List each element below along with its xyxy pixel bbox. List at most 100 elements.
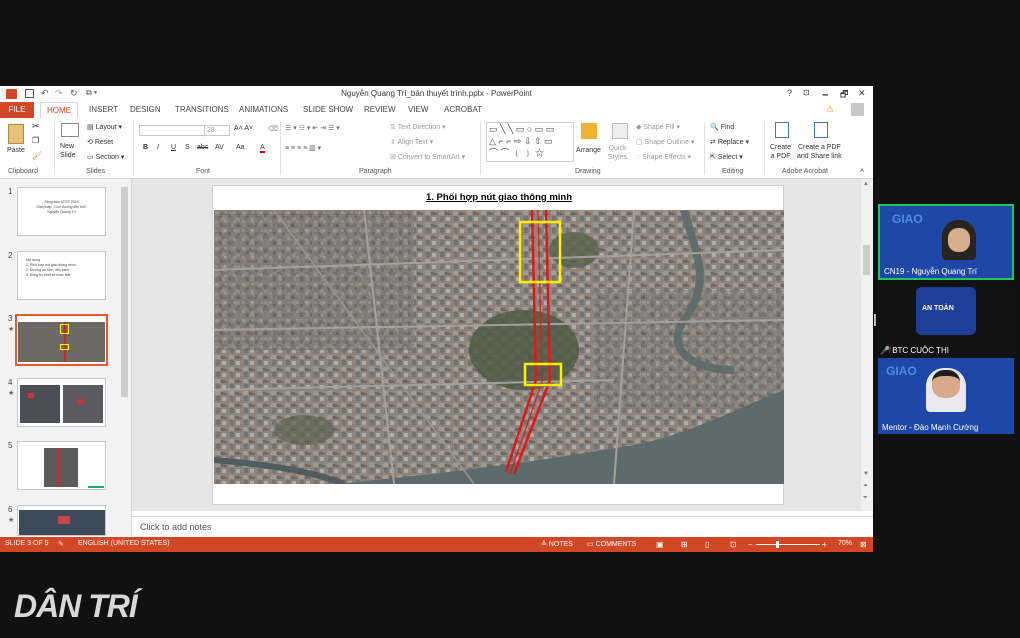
next-slide-icon[interactable]: ⏷ bbox=[863, 495, 868, 502]
paste-button[interactable]: Paste bbox=[7, 147, 25, 154]
tab-slide-show[interactable]: SLIDE SHOW bbox=[303, 105, 353, 114]
create-pdf-button[interactable]: Create a PDF bbox=[770, 143, 791, 161]
format-painter-icon[interactable]: 🖌 bbox=[32, 151, 42, 160]
italic-button[interactable]: I bbox=[157, 144, 159, 151]
tab-review[interactable]: REVIEW bbox=[364, 105, 396, 114]
zoom-level[interactable]: 70% bbox=[838, 540, 852, 547]
slideshow-view-icon[interactable]: ⊡ bbox=[730, 540, 737, 549]
paste-icon[interactable] bbox=[8, 124, 24, 144]
language-indicator[interactable]: ENGLISH (UNITED STATES) bbox=[78, 540, 170, 547]
copy-icon[interactable]: ❐ bbox=[32, 136, 39, 145]
tab-file[interactable]: FILE bbox=[0, 102, 34, 118]
notes-placeholder[interactable]: Click to add notes bbox=[140, 522, 212, 532]
spellcheck-icon[interactable]: ✎ bbox=[58, 540, 64, 548]
ribbon-tabs: FILE HOME INSERT DESIGN TRANSITIONS ANIM… bbox=[0, 102, 873, 119]
font-color-button[interactable]: A bbox=[260, 144, 265, 153]
slide-thumbnail-2[interactable]: Nội dung 1. Phối hợp nút giao thông minh… bbox=[17, 251, 106, 300]
fit-slide-icon[interactable]: ⊠ bbox=[860, 540, 867, 549]
current-slide[interactable]: 1. Phối hợp nút giao thông minh bbox=[212, 185, 784, 505]
align-icons[interactable]: ≡ ≡ ≡ ≡ ▥ ▾ bbox=[285, 144, 321, 152]
shape-fill-button[interactable]: ◆ Shape Fill ▾ bbox=[636, 123, 680, 131]
tab-view[interactable]: VIEW bbox=[408, 105, 428, 114]
quick-styles-button[interactable]: Quick Styles bbox=[608, 144, 627, 162]
font-size-field[interactable]: 28 bbox=[204, 125, 230, 136]
animation-star-icon: ★ bbox=[8, 326, 15, 333]
warning-icon[interactable]: ⚠ bbox=[826, 104, 834, 115]
text-direction-button[interactable]: ⇅ Text Direction ▾ bbox=[390, 123, 446, 131]
shape-effects-button[interactable]: ◌ Shape Effects ▾ bbox=[636, 153, 691, 161]
slide-thumbnail-6[interactable] bbox=[17, 505, 106, 536]
slide-thumbnail-5[interactable] bbox=[17, 441, 106, 490]
comments-button[interactable]: ▭ COMMENTS bbox=[587, 540, 636, 548]
align-text-button[interactable]: ⇳ Align Text ▾ bbox=[390, 138, 433, 146]
participant-tile-2[interactable]: AN TOÀN 🎤̸ BTC CUỘC THI bbox=[878, 281, 1014, 357]
find-button[interactable]: 🔍 Find bbox=[710, 123, 734, 131]
participant-tile-1[interactable]: GIAO CN19 - Nguyễn Quang Trí bbox=[878, 204, 1014, 280]
panel-resize-handle[interactable] bbox=[874, 314, 876, 326]
minimize-button[interactable]: 🗕 bbox=[822, 87, 828, 103]
convert-smartart-button[interactable]: ⊞ Convert to SmartArt ▾ bbox=[390, 153, 465, 161]
animation-star-icon: ★ bbox=[8, 517, 15, 524]
participant-tile-3[interactable]: GIAO Mentor - Đào Mạnh Cường bbox=[878, 358, 1014, 434]
shape-outline-button[interactable]: ▢ Shape Outline ▾ bbox=[636, 138, 694, 146]
new-slide-button[interactable]: New Slide bbox=[60, 142, 76, 160]
slide-vertical-scrollbar[interactable]: ▲ ▼ ⏶ ⏷ bbox=[861, 179, 873, 511]
zoom-in-icon[interactable]: + bbox=[822, 540, 827, 549]
layout-button[interactable]: ▤ Layout ▾ bbox=[87, 123, 122, 131]
restore-button[interactable]: 🗗 bbox=[840, 87, 848, 103]
slide-number: 3 bbox=[8, 314, 13, 323]
section-button[interactable]: ▭ Section ▾ bbox=[87, 153, 124, 161]
slide-thumbnail-3[interactable] bbox=[15, 314, 108, 366]
satellite-map-image[interactable] bbox=[214, 210, 784, 484]
slide-thumbnail-4[interactable] bbox=[17, 378, 106, 427]
shadow-button[interactable]: S bbox=[185, 144, 190, 151]
slide-sorter-icon[interactable]: ⊞ bbox=[681, 540, 688, 549]
paragraph-label: Paragraph bbox=[359, 168, 392, 175]
grow-font-icon[interactable]: A˄ A˅ bbox=[234, 125, 253, 132]
tab-animations[interactable]: ANIMATIONS bbox=[239, 105, 288, 114]
collapse-ribbon-icon[interactable]: ˄ bbox=[860, 168, 864, 175]
ribbon-display-button[interactable]: ⊡ bbox=[803, 88, 810, 97]
create-pdf-icon[interactable] bbox=[775, 122, 789, 138]
tab-home[interactable]: HOME bbox=[40, 102, 78, 119]
normal-view-icon[interactable]: ▣ bbox=[656, 540, 664, 549]
quick-styles-icon[interactable] bbox=[612, 123, 628, 139]
font-name-field[interactable] bbox=[139, 125, 205, 136]
shapes-gallery[interactable]: ▭ ╲ ╲ ▭ ○ ▭ ▭ △ ⌐ ⌐ ⇨ ⇩ ⇧ ▭ ⌒ ⌒ ﹛ ﹜ ☆ bbox=[486, 122, 574, 162]
tab-design[interactable]: DESIGN bbox=[130, 105, 161, 114]
user-avatar-icon[interactable] bbox=[851, 103, 864, 116]
slide-number: 2 bbox=[8, 251, 13, 260]
cut-icon[interactable]: ✂ bbox=[32, 121, 40, 132]
slide-thumbnail-1[interactable]: Sáng kiến ATGT 2024 Giải pháp: "Con đườn… bbox=[17, 187, 106, 236]
help-button[interactable]: ? bbox=[787, 88, 792, 98]
previous-slide-icon[interactable]: ⏶ bbox=[863, 483, 868, 490]
arrange-icon[interactable] bbox=[581, 123, 597, 139]
select-button[interactable]: ⇱ Select ▾ bbox=[710, 153, 743, 161]
underline-button[interactable]: U bbox=[171, 144, 176, 151]
zoom-out-icon[interactable]: − bbox=[748, 540, 753, 549]
notes-button[interactable]: ≙ NOTES bbox=[541, 540, 573, 548]
change-case-button[interactable]: Aa bbox=[236, 144, 245, 151]
replace-button[interactable]: ⇄ Replace ▾ bbox=[710, 138, 749, 146]
zoom-slider[interactable] bbox=[756, 544, 820, 545]
thumbnail-scrollbar[interactable] bbox=[120, 179, 129, 536]
char-spacing-button[interactable]: AV bbox=[215, 144, 224, 151]
tab-insert[interactable]: INSERT bbox=[89, 105, 118, 114]
tab-acrobat[interactable]: ACROBAT bbox=[444, 105, 482, 114]
zoom-slider-thumb[interactable] bbox=[776, 541, 779, 548]
arrange-button[interactable]: Arrange bbox=[576, 147, 601, 154]
bold-button[interactable]: B bbox=[143, 144, 148, 151]
clear-formatting-icon[interactable]: ⌫ bbox=[268, 125, 278, 133]
close-button[interactable]: ✕ bbox=[858, 88, 866, 99]
strikethrough-button[interactable]: abc bbox=[197, 144, 208, 151]
create-share-pdf-icon[interactable] bbox=[814, 122, 828, 138]
bullets-icon[interactable]: ☰ ▾ ☷ ▾ ⇤ ⇥ ☰ ▾ bbox=[285, 124, 340, 132]
new-slide-icon[interactable] bbox=[61, 123, 79, 137]
reset-button[interactable]: ⟲ Reset bbox=[87, 138, 113, 146]
tab-transitions[interactable]: TRANSITIONS bbox=[175, 105, 229, 114]
slide-title[interactable]: 1. Phối hợp nút giao thông minh bbox=[213, 192, 785, 203]
reading-view-icon[interactable]: ▯ bbox=[705, 540, 709, 549]
create-share-pdf-button[interactable]: Create a PDF and Share link bbox=[797, 143, 842, 161]
notes-pane[interactable]: Click to add notes bbox=[132, 516, 873, 538]
satellite-map-svg bbox=[214, 210, 784, 484]
